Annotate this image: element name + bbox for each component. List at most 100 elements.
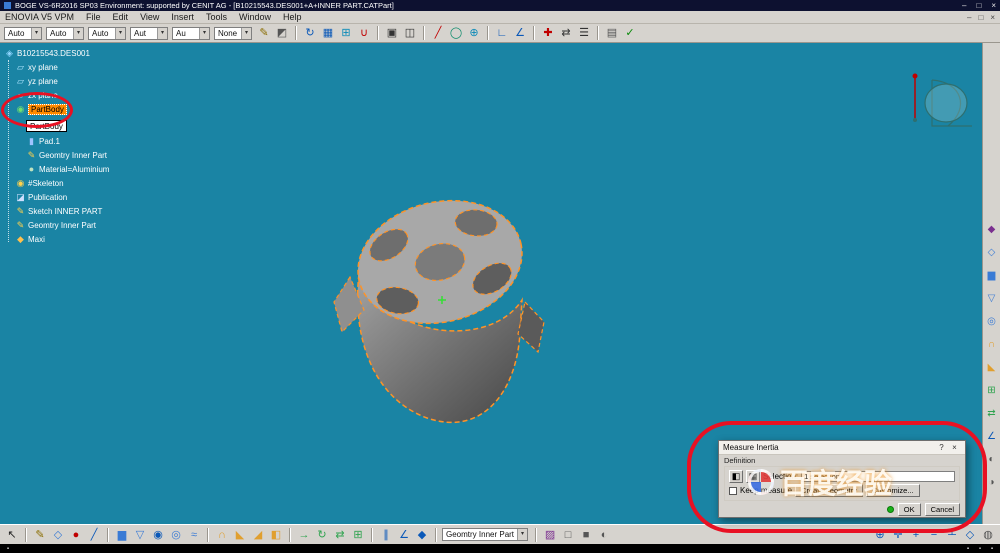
measure-item-icon[interactable]: ∠ bbox=[396, 527, 412, 543]
fillet-icon[interactable]: ∩ bbox=[214, 527, 230, 543]
none-filter-combo[interactable]: None▾ bbox=[214, 27, 252, 40]
pocket-icon[interactable]: ▽ bbox=[985, 292, 999, 306]
chamfer-icon[interactable]: ◣ bbox=[985, 361, 999, 375]
fillet-icon[interactable]: ∩ bbox=[985, 338, 999, 352]
measure-icon[interactable]: ∠ bbox=[985, 430, 999, 444]
line-icon[interactable]: ╱ bbox=[430, 25, 446, 41]
shading-icon[interactable]: ■ bbox=[578, 527, 594, 543]
auto-filter-combo-2[interactable]: Auto▾ bbox=[46, 27, 84, 40]
view-compass[interactable] bbox=[898, 68, 978, 140]
dialog-help-button[interactable]: ? bbox=[935, 443, 948, 452]
rules-icon[interactable]: ▤ bbox=[604, 25, 620, 41]
ok-button[interactable]: OK bbox=[898, 503, 921, 516]
pattern-icon[interactable]: ⊞ bbox=[350, 527, 366, 543]
active-body-combo[interactable]: Geomtry Inner Part▾ bbox=[442, 528, 528, 541]
hide-show-icon[interactable]: ◐ bbox=[985, 453, 999, 467]
menu-edit[interactable]: Edit bbox=[113, 12, 129, 22]
auto-filter-combo-4[interactable]: Aut▾ bbox=[130, 27, 168, 40]
shaft-icon[interactable]: ◎ bbox=[168, 527, 184, 543]
plane-icon[interactable]: ◇ bbox=[985, 246, 999, 260]
part-3d-model[interactable] bbox=[332, 182, 547, 432]
zoom-out-icon[interactable]: − bbox=[926, 527, 942, 543]
pattern-icon[interactable]: ⊞ bbox=[985, 384, 999, 398]
rotate-icon[interactable]: ↻ bbox=[314, 527, 330, 543]
dialog-close-button[interactable]: × bbox=[948, 443, 961, 452]
menu-enovia-v5-vpm[interactable]: ENOVIA V5 VPM bbox=[5, 12, 74, 22]
magnet-icon[interactable]: ∪ bbox=[356, 25, 372, 41]
angle-icon[interactable]: ∠ bbox=[512, 25, 528, 41]
zoom-in-icon[interactable]: + bbox=[908, 527, 924, 543]
iso-view-icon[interactable]: ◇ bbox=[962, 527, 978, 543]
measure-icon[interactable]: ∟ bbox=[494, 25, 510, 41]
circle-icon[interactable]: ◯ bbox=[448, 25, 464, 41]
new-window-icon[interactable]: ▣ bbox=[384, 25, 400, 41]
update-icon[interactable]: ↻ bbox=[302, 25, 318, 41]
chamfer-icon[interactable]: ◣ bbox=[232, 527, 248, 543]
auto-filter-combo-5[interactable]: Au▾ bbox=[172, 27, 210, 40]
grid-icon[interactable]: ▦ bbox=[320, 25, 336, 41]
wireframe-icon[interactable]: □ bbox=[560, 527, 576, 543]
mdi-restore-button[interactable]: □ bbox=[978, 13, 983, 22]
select-icon[interactable]: ↖ bbox=[4, 527, 20, 543]
eraser-icon[interactable]: ◩ bbox=[274, 25, 290, 41]
pocket-icon[interactable]: ▽ bbox=[132, 527, 148, 543]
sketcher-icon[interactable]: ✎ bbox=[32, 527, 48, 543]
menu-tools[interactable]: Tools bbox=[206, 12, 227, 22]
snap-to-grid-icon[interactable]: ⊞ bbox=[338, 25, 354, 41]
render-style-icon[interactable]: ◍ bbox=[980, 527, 996, 543]
measure-between-icon[interactable]: ∥ bbox=[378, 527, 394, 543]
tree-item-pad-1[interactable]: ▮Pad.1 bbox=[26, 134, 109, 148]
tree-item-partbody[interactable]: ◉PartBody bbox=[15, 102, 109, 116]
measure-inertia-2d-icon[interactable]: ▦ bbox=[746, 470, 760, 483]
tree-item-sketch-inner-part[interactable]: ✎Sketch INNER PART bbox=[15, 204, 109, 218]
check-analysis-icon[interactable]: ✓ bbox=[622, 25, 638, 41]
tree-item-xy-plane[interactable]: ▱xy plane bbox=[15, 60, 109, 74]
mdi-minimize-button[interactable]: – bbox=[967, 13, 971, 22]
workbench-icon[interactable]: ◆ bbox=[985, 223, 999, 237]
tree-item-geomtry-inner-part[interactable]: ✎Geomtry Inner Part bbox=[26, 148, 109, 162]
menu-insert[interactable]: Insert bbox=[171, 12, 194, 22]
menu-file[interactable]: File bbox=[86, 12, 101, 22]
tree-item-zx-plane[interactable]: ▱zx plane bbox=[15, 88, 109, 102]
tree-item-publication[interactable]: ◪Publication bbox=[15, 190, 109, 204]
tile-windows-icon[interactable]: ◫ bbox=[402, 25, 418, 41]
menu-window[interactable]: Window bbox=[239, 12, 271, 22]
chevron-down-icon[interactable]: ▾ bbox=[199, 28, 209, 39]
tree-item-skeleton[interactable]: ◉#Skeleton bbox=[15, 176, 109, 190]
knowledge-icon[interactable]: ☰ bbox=[576, 25, 592, 41]
tree-item-geomtry-inner-part[interactable]: ✎Geomtry Inner Part bbox=[15, 218, 109, 232]
chevron-down-icon[interactable]: ▾ bbox=[241, 28, 251, 39]
auto-filter-combo-3[interactable]: Auto▾ bbox=[88, 27, 126, 40]
hole-icon[interactable]: ◉ bbox=[150, 527, 166, 543]
chevron-down-icon[interactable]: ▾ bbox=[115, 28, 125, 39]
auto-filter-combo-1[interactable]: Auto▾ bbox=[4, 27, 42, 40]
measure-inertia-icon[interactable]: ◆ bbox=[414, 527, 430, 543]
measure-inertia-3d-icon[interactable]: ◧ bbox=[729, 470, 743, 483]
chevron-down-icon[interactable]: ▾ bbox=[157, 28, 167, 39]
shaft-icon[interactable]: ◎ bbox=[985, 315, 999, 329]
rib-icon[interactable]: ≈ bbox=[186, 527, 202, 543]
pad-icon[interactable]: ▆ bbox=[114, 527, 130, 543]
symmetry-icon[interactable]: ⇄ bbox=[332, 527, 348, 543]
selection-field[interactable]: 1 selection bbox=[801, 471, 955, 482]
translate-icon[interactable]: → bbox=[296, 527, 312, 543]
cancel-button[interactable]: Cancel bbox=[925, 503, 960, 516]
mdi-close-button[interactable]: × bbox=[990, 13, 995, 22]
chevron-down-icon[interactable]: ▾ bbox=[517, 529, 527, 540]
tree-item-yz-plane[interactable]: ▱yz plane bbox=[15, 74, 109, 88]
shell-icon[interactable]: ◧ bbox=[268, 527, 284, 543]
swap-space-icon[interactable]: ◑ bbox=[985, 476, 999, 490]
pad-icon[interactable]: ▆ bbox=[985, 269, 999, 283]
close-button[interactable]: × bbox=[991, 0, 996, 11]
menu-help[interactable]: Help bbox=[283, 12, 302, 22]
tree-item-material-aluminium[interactable]: ●Material=Aluminium bbox=[26, 162, 109, 176]
maximize-button[interactable]: □ bbox=[976, 0, 981, 11]
fit-all-icon[interactable]: ⊕ bbox=[872, 527, 888, 543]
line-icon[interactable]: ╱ bbox=[86, 527, 102, 543]
customize-button[interactable]: Customize... bbox=[866, 484, 920, 497]
tree-item-b10215543-des001[interactable]: ◈B10215543.DES001 bbox=[4, 46, 109, 60]
swap-icon[interactable]: ⇄ bbox=[558, 25, 574, 41]
paint-icon[interactable]: ▨ bbox=[542, 527, 558, 543]
draft-icon[interactable]: ◢ bbox=[250, 527, 266, 543]
plane-icon[interactable]: ◇ bbox=[50, 527, 66, 543]
